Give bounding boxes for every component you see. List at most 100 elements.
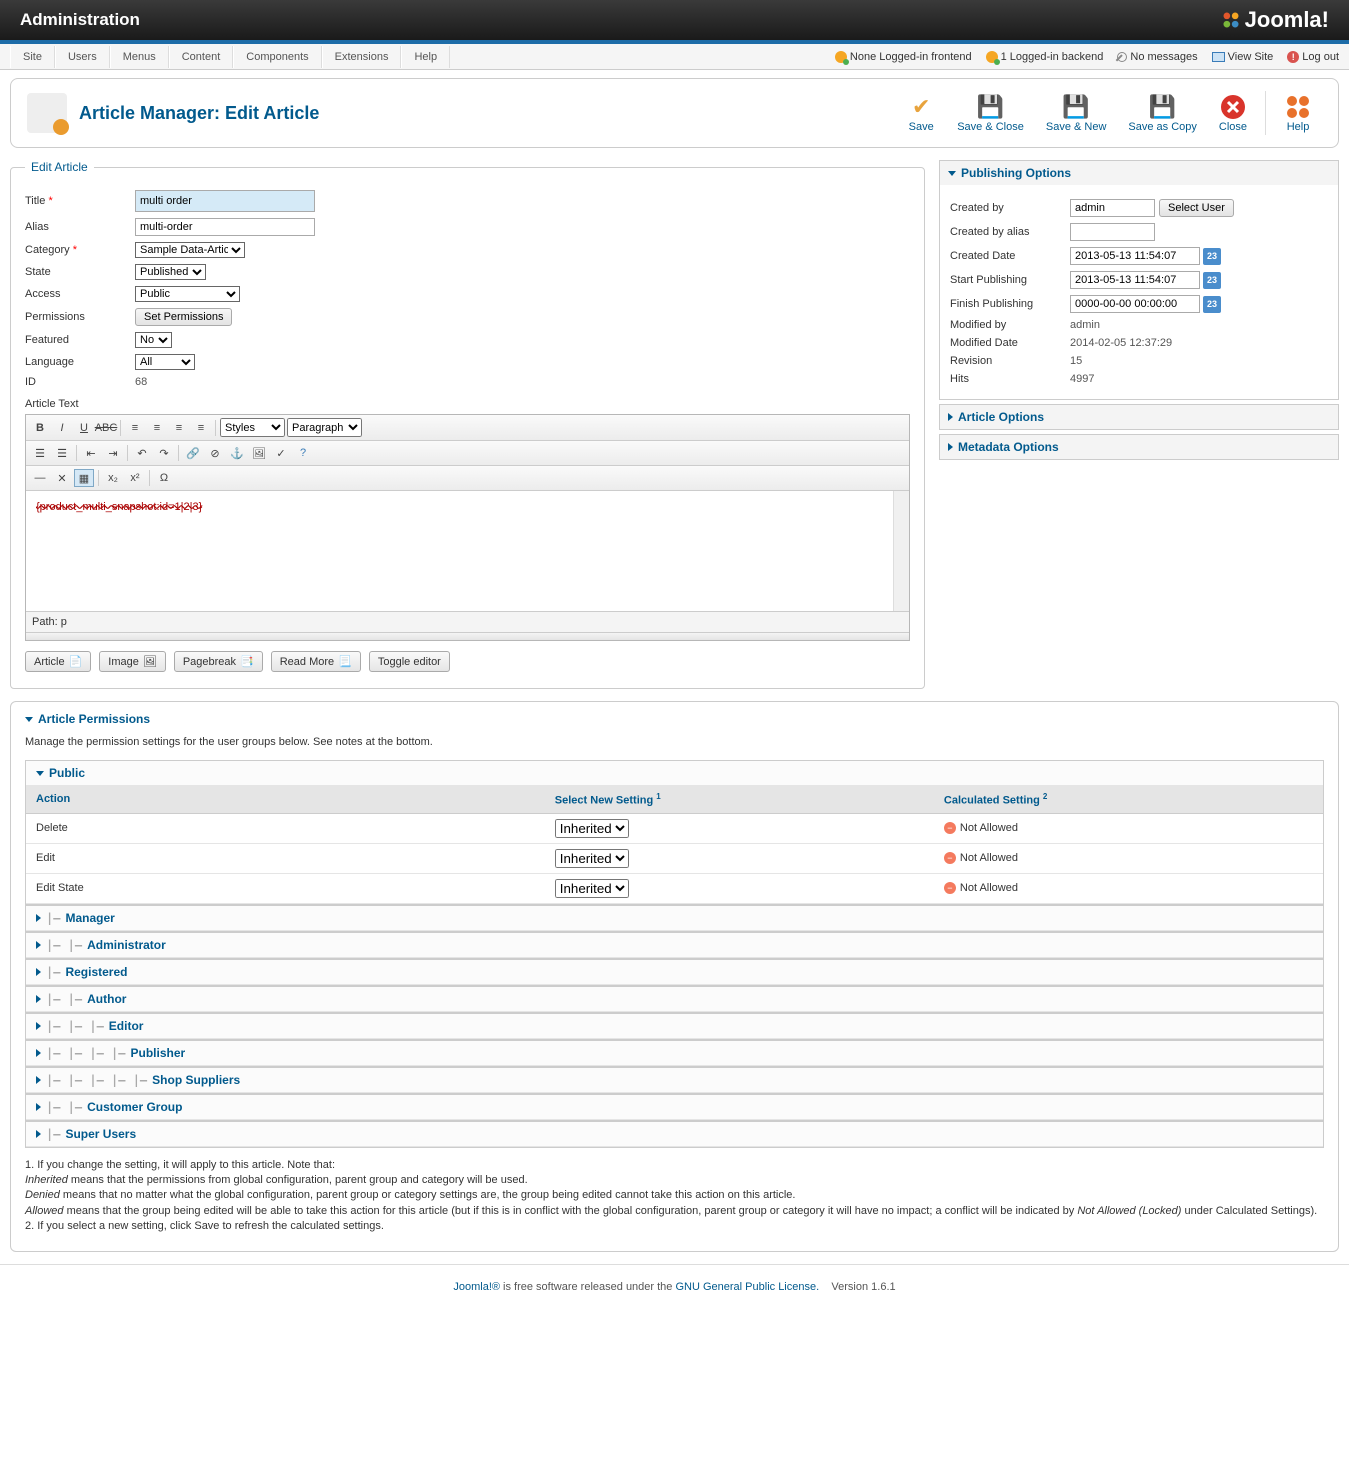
menu-content[interactable]: Content xyxy=(169,46,234,68)
ol-icon[interactable]: ☰ xyxy=(52,444,72,462)
created-by-label: Created by xyxy=(950,202,1070,214)
no-messages-icon xyxy=(1117,52,1127,62)
save-close-button[interactable]: 💾Save & Close xyxy=(947,89,1034,137)
metadata-options-head[interactable]: Metadata Options xyxy=(940,435,1338,459)
perm-group-head[interactable]: |— Registered xyxy=(26,960,1323,985)
calendar-icon[interactable]: 23 xyxy=(1203,272,1221,289)
indent-icon[interactable]: ⇥ xyxy=(103,444,123,462)
chevron-right-icon xyxy=(36,995,41,1003)
set-permissions-button[interactable]: Set Permissions xyxy=(135,308,232,326)
menu-help[interactable]: Help xyxy=(401,46,450,68)
menu-menus[interactable]: Menus xyxy=(110,46,169,68)
readmore-button[interactable]: Read More 📃 xyxy=(271,651,361,672)
ul-icon[interactable]: ☰ xyxy=(30,444,50,462)
start-pub-input[interactable] xyxy=(1070,271,1200,289)
align-center-icon[interactable]: ≡ xyxy=(147,419,167,437)
perm-group-head[interactable]: |— |— Customer Group xyxy=(26,1095,1323,1120)
unlink-icon[interactable]: ⊘ xyxy=(205,444,225,462)
featured-select[interactable]: No xyxy=(135,332,172,348)
perm-group-head[interactable]: |— |— Author xyxy=(26,987,1323,1012)
user-icon xyxy=(986,51,998,63)
created-date-input[interactable] xyxy=(1070,247,1200,265)
align-right-icon[interactable]: ≡ xyxy=(169,419,189,437)
toggle-editor-button[interactable]: Toggle editor xyxy=(369,651,450,672)
save-button[interactable]: ✔Save xyxy=(897,89,945,137)
calendar-icon[interactable]: 23 xyxy=(1203,248,1221,265)
visual-aid-icon[interactable]: ▦ xyxy=(74,469,94,487)
help-button[interactable]: Help xyxy=(1274,89,1322,137)
logout-link[interactable]: !Log out xyxy=(1287,51,1339,63)
align-justify-icon[interactable]: ≡ xyxy=(191,419,211,437)
title-input[interactable] xyxy=(135,190,315,212)
status-messages[interactable]: No messages xyxy=(1117,51,1197,63)
view-site-link[interactable]: View Site xyxy=(1212,51,1274,63)
image-btn-icon: 🖼 xyxy=(143,655,157,668)
perm-group-head[interactable]: |— Manager xyxy=(26,906,1323,931)
calendar-icon[interactable]: 23 xyxy=(1203,296,1221,313)
permissions-notes: 1. If you change the setting, it will ap… xyxy=(25,1158,1324,1235)
footer-brand[interactable]: Joomla!® xyxy=(453,1281,503,1293)
status-frontend[interactable]: None Logged-in frontend xyxy=(835,51,972,63)
charmap-icon[interactable]: Ω xyxy=(154,469,174,487)
sup-icon[interactable]: x² xyxy=(125,469,145,487)
strike-icon[interactable]: ABC xyxy=(96,419,116,437)
image-button[interactable]: Image 🖼 xyxy=(99,651,166,672)
article-options-head[interactable]: Article Options xyxy=(940,405,1338,429)
finish-pub-input[interactable] xyxy=(1070,295,1200,313)
remove-format-icon[interactable]: ✕ xyxy=(52,469,72,487)
bold-icon[interactable]: B xyxy=(30,419,50,437)
menu-components[interactable]: Components xyxy=(233,46,321,68)
access-select[interactable]: Public xyxy=(135,286,240,302)
hits-value: 4997 xyxy=(1070,373,1094,385)
perm-setting-select[interactable]: Inherited xyxy=(555,849,629,868)
save-new-button[interactable]: 💾Save & New xyxy=(1036,89,1117,137)
publishing-panel-head[interactable]: Publishing Options xyxy=(940,161,1338,185)
perm-public-head[interactable]: Public xyxy=(26,761,1323,786)
perm-setting-select[interactable]: Inherited xyxy=(555,819,629,838)
html-button[interactable] xyxy=(315,444,317,462)
footer-license-link[interactable]: GNU General Public License. xyxy=(675,1281,819,1293)
save-copy-button[interactable]: 💾Save as Copy xyxy=(1118,89,1206,137)
alias-input[interactable] xyxy=(135,218,315,236)
hr-icon[interactable]: — xyxy=(30,469,50,487)
menu-extensions[interactable]: Extensions xyxy=(322,46,402,68)
scrollbar[interactable] xyxy=(893,491,909,611)
outdent-icon[interactable]: ⇤ xyxy=(81,444,101,462)
perm-group-head[interactable]: |— |— |— |— Publisher xyxy=(26,1041,1323,1066)
select-user-button[interactable]: Select User xyxy=(1159,199,1234,217)
perm-group-head[interactable]: |— |— |— Editor xyxy=(26,1014,1323,1039)
language-select[interactable]: All xyxy=(135,354,195,370)
editor-content[interactable]: {product_multi_snapshot:id=1|2|3} xyxy=(26,491,909,611)
align-left-icon[interactable]: ≡ xyxy=(125,419,145,437)
perm-group-head[interactable]: |— Super Users xyxy=(26,1122,1323,1147)
state-select[interactable]: Published xyxy=(135,264,206,280)
anchor-icon[interactable]: ⚓ xyxy=(227,444,247,462)
format-select[interactable]: Paragraph xyxy=(287,418,362,437)
pagebreak-button[interactable]: Pagebreak 📑 xyxy=(174,651,263,672)
article-button[interactable]: Article 📄 xyxy=(25,651,91,672)
created-by-input[interactable] xyxy=(1070,199,1155,217)
created-date-label: Created Date xyxy=(950,250,1070,262)
link-icon[interactable]: 🔗 xyxy=(183,444,203,462)
help-editor-icon[interactable]: ? xyxy=(293,444,313,462)
perm-setting-select[interactable]: Inherited xyxy=(555,879,629,898)
perm-group-head[interactable]: |— |— |— |— |— Shop Suppliers xyxy=(26,1068,1323,1093)
editor-resize[interactable] xyxy=(26,632,909,640)
monitor-icon xyxy=(1212,52,1225,62)
italic-icon[interactable]: I xyxy=(52,419,72,437)
redo-icon[interactable]: ↷ xyxy=(154,444,174,462)
menu-site[interactable]: Site xyxy=(10,46,55,68)
perm-group-head[interactable]: |— |— Administrator xyxy=(26,933,1323,958)
menu-users[interactable]: Users xyxy=(55,46,110,68)
category-select[interactable]: Sample Data-Articles xyxy=(135,242,245,258)
sub-icon[interactable]: x₂ xyxy=(103,469,123,487)
undo-icon[interactable]: ↶ xyxy=(132,444,152,462)
created-by-alias-input[interactable] xyxy=(1070,223,1155,241)
underline-icon[interactable]: U xyxy=(74,419,94,437)
cleanup-icon[interactable]: ✓ xyxy=(271,444,291,462)
close-button[interactable]: Close xyxy=(1209,89,1257,137)
status-backend[interactable]: 1 Logged-in backend xyxy=(986,51,1104,63)
image-icon[interactable]: 🖼 xyxy=(249,444,269,462)
styles-select[interactable]: Styles xyxy=(220,418,285,437)
permissions-title[interactable]: Article Permissions xyxy=(25,712,1324,726)
